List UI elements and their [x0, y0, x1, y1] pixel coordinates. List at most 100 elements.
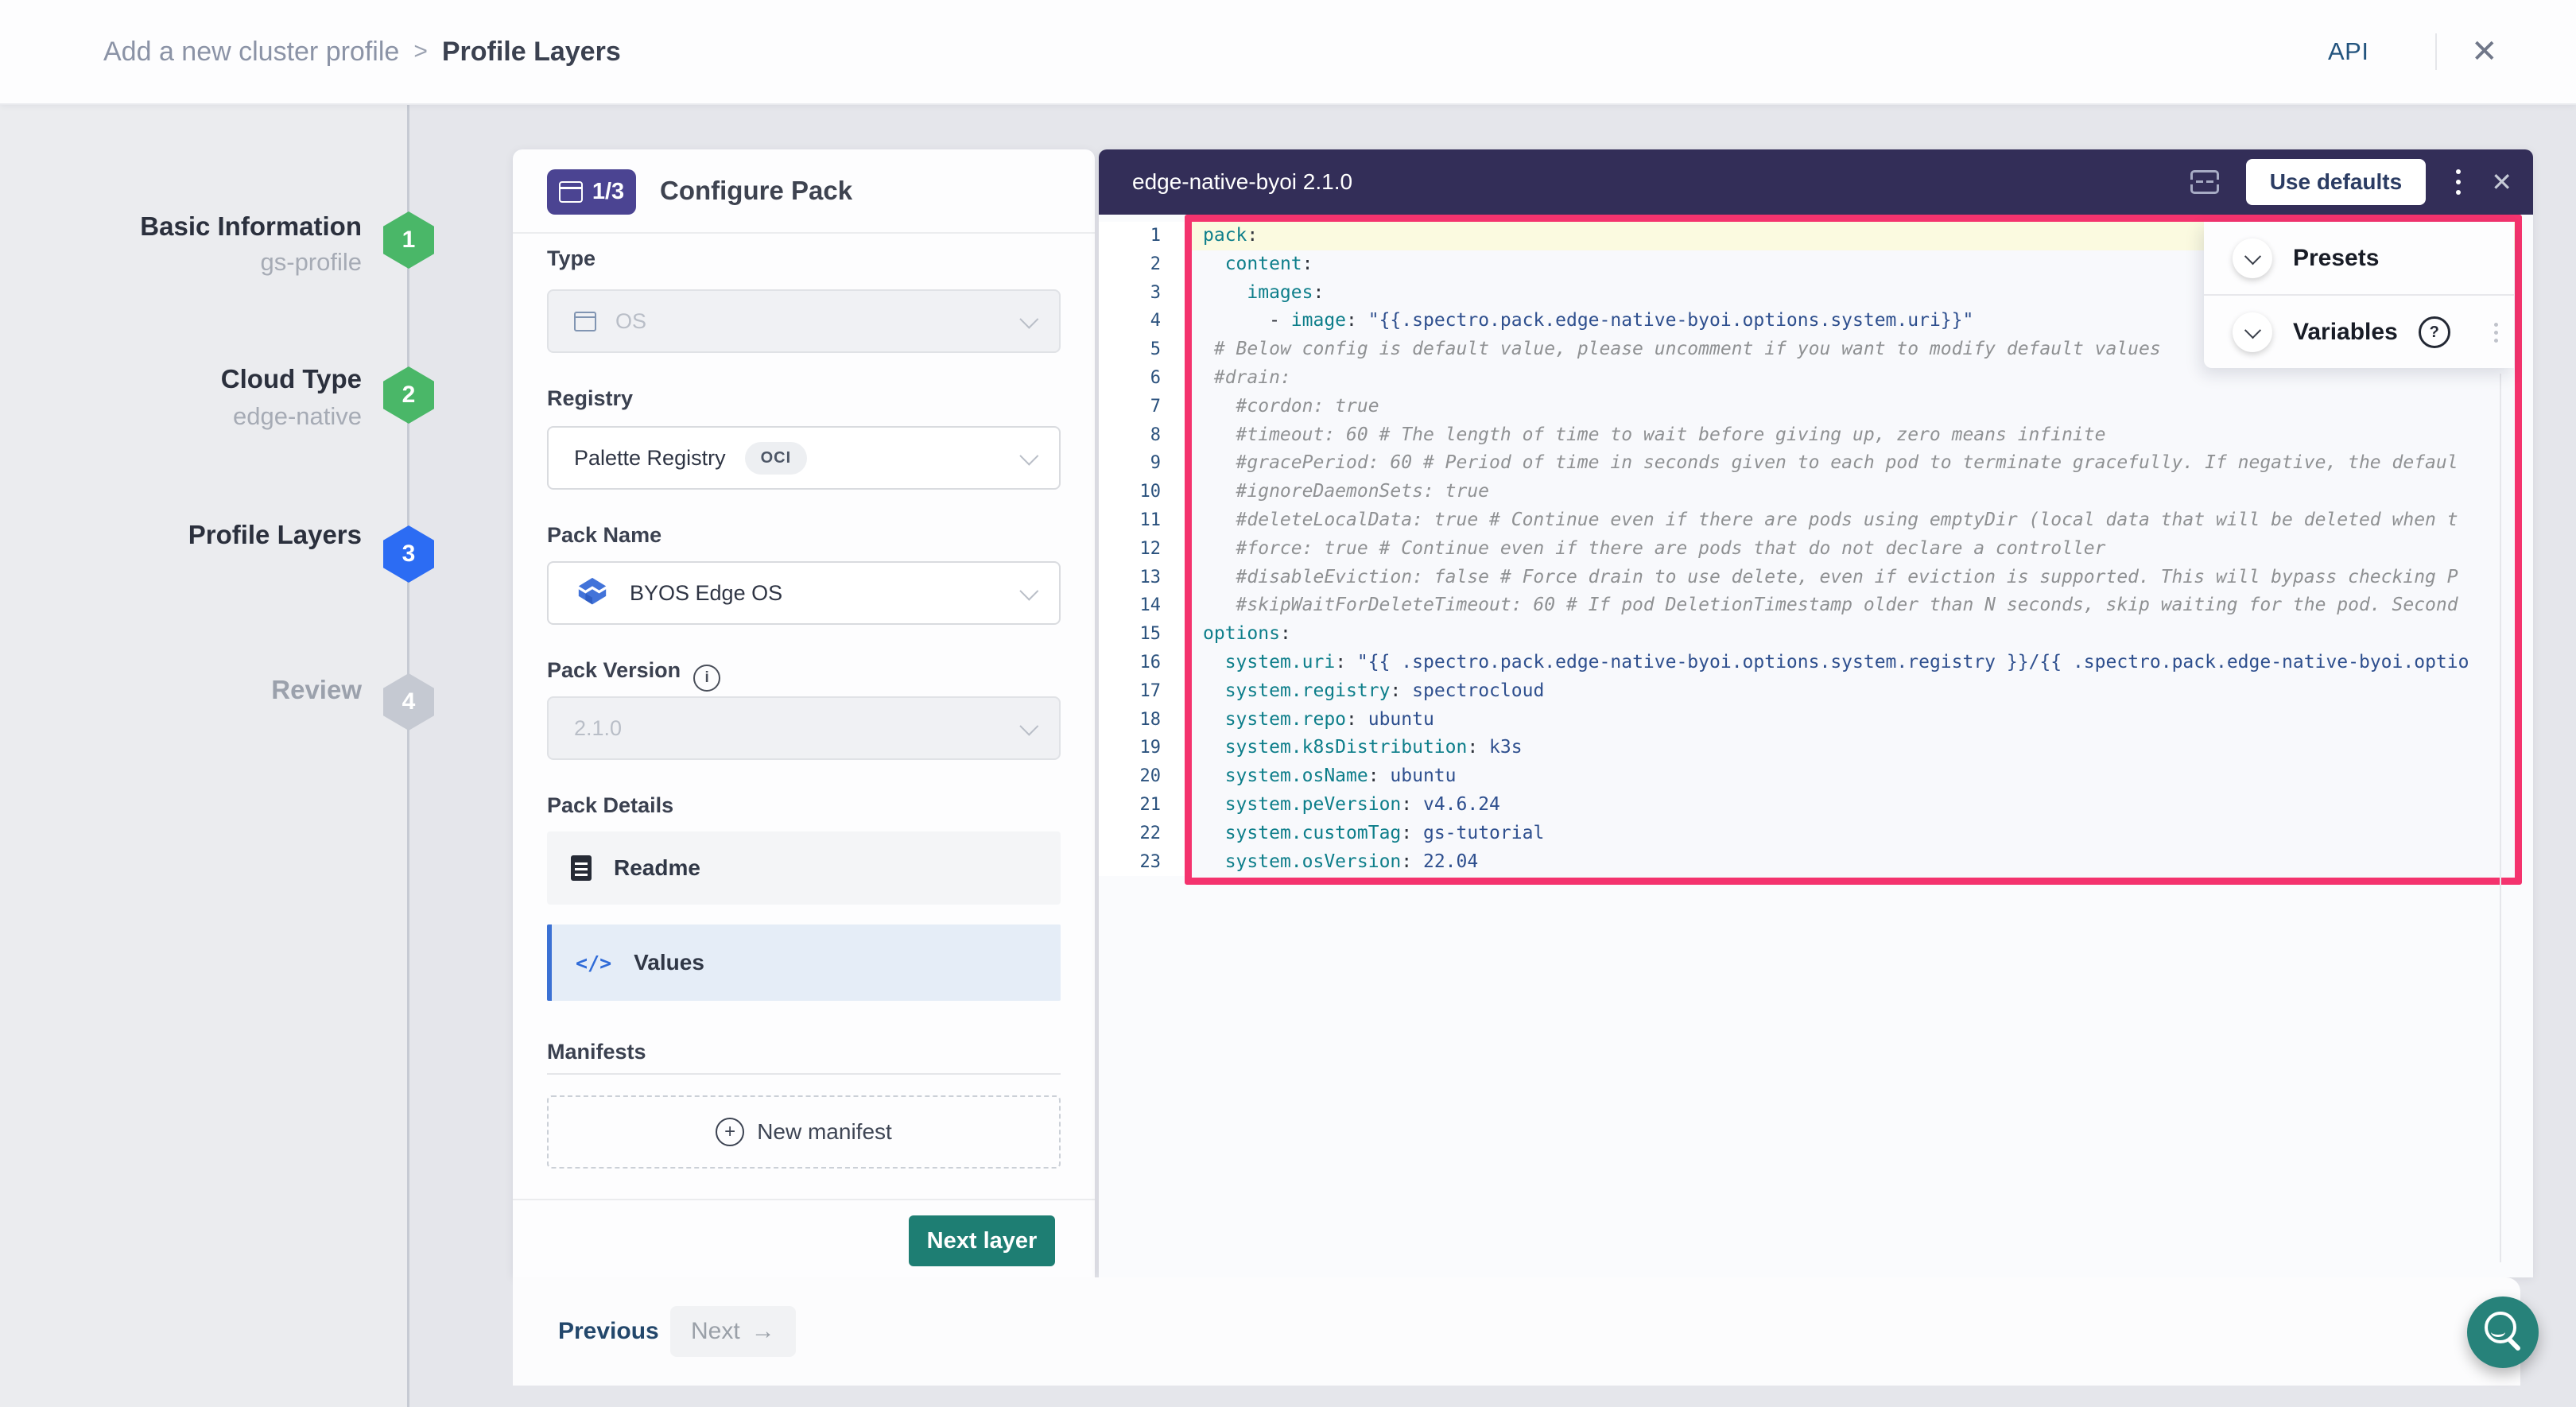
type-label: Type: [547, 246, 596, 271]
line-number: 15: [1099, 620, 1185, 649]
pack-name-value: BYOS Edge OS: [630, 581, 782, 606]
configure-pack-header: 1/3 Configure Pack: [513, 149, 1095, 234]
document-icon: [571, 855, 592, 881]
line-number: 19: [1099, 734, 1185, 762]
values-tab-label: Values: [634, 950, 704, 975]
code-line-19[interactable]: system.k8sDistribution: k3s: [1192, 734, 2515, 762]
editor-header: edge-native-byoi 2.1.0 Use defaults ✕: [1099, 149, 2533, 215]
breadcrumb: Add a new cluster profile > Profile Laye…: [103, 0, 621, 103]
line-number: 9: [1099, 449, 1185, 478]
plus-icon: +: [716, 1118, 744, 1146]
pack-details-label: Pack Details: [547, 793, 673, 818]
stepper-sidebar: [0, 103, 408, 1407]
code-line-8[interactable]: #timeout: 60 # The length of time to wai…: [1192, 421, 2515, 450]
presets-collapse-chevron-icon[interactable]: [2233, 238, 2272, 278]
previous-button[interactable]: Previous: [558, 1277, 659, 1386]
search-help-fab[interactable]: [2467, 1297, 2539, 1368]
step-number-3: 3: [402, 541, 416, 568]
pack-step-counter-badge: 1/3: [547, 169, 636, 215]
stepper-connector-line: [407, 103, 409, 1407]
pack-name-select[interactable]: BYOS Edge OS: [547, 561, 1061, 625]
variables-menu-kebab-icon[interactable]: [2491, 320, 2501, 346]
code-line-13[interactable]: #disableEviction: false # Force drain to…: [1192, 564, 2515, 592]
add-cluster-profile-page: Add a new cluster profile > Profile Laye…: [0, 0, 2576, 1407]
oci-badge: OCI: [745, 442, 808, 475]
code-line-15[interactable]: options:: [1192, 620, 2515, 649]
code-line-22[interactable]: system.customTag: gs-tutorial: [1192, 820, 2515, 848]
chevron-down-icon: [1019, 309, 1038, 328]
breadcrumb-parent-link[interactable]: Add a new cluster profile: [103, 37, 399, 68]
code-icon: </>: [576, 952, 611, 975]
code-line-23[interactable]: system.osVersion: 22.04: [1192, 848, 2515, 877]
pack-version-label-text: Pack Version: [547, 658, 681, 682]
type-value: OS: [615, 309, 646, 334]
breadcrumb-separator-icon: >: [413, 38, 428, 65]
magnifier-handle-icon: [2507, 1337, 2521, 1351]
chevron-down-icon: [1019, 446, 1038, 465]
step-number-2: 2: [402, 382, 416, 409]
registry-label: Registry: [547, 386, 633, 411]
registry-select[interactable]: Palette Registry OCI: [547, 426, 1061, 490]
next-button[interactable]: Next →: [670, 1306, 796, 1357]
code-line-12[interactable]: #force: true # Continue even if there ar…: [1192, 535, 2515, 564]
form-footer-divider: [513, 1199, 1095, 1200]
code-line-10[interactable]: #ignoreDaemonSets: true: [1192, 478, 2515, 506]
editor-menu-kebab-icon[interactable]: [2453, 166, 2464, 198]
line-number: 6: [1099, 364, 1185, 393]
new-manifest-label: New manifest: [757, 1119, 892, 1145]
close-icon[interactable]: ✕: [2471, 0, 2498, 103]
presets-section[interactable]: Presets: [2204, 222, 2514, 295]
variables-section[interactable]: Variables ?: [2204, 296, 2514, 369]
step-number-4: 4: [402, 688, 416, 715]
use-defaults-button[interactable]: Use defaults: [2246, 159, 2427, 205]
tab-values[interactable]: </> Values: [547, 924, 1061, 1001]
api-link[interactable]: API: [2328, 0, 2368, 103]
stepper-subtitle-cloud-type: edge-native: [48, 402, 362, 431]
presets-label: Presets: [2293, 245, 2379, 272]
wizard-footer-bar: Previous Next →: [513, 1277, 2520, 1386]
code-line-14[interactable]: #skipWaitForDeleteTimeout: 60 # If pod D…: [1192, 591, 2515, 620]
editor-close-icon[interactable]: ✕: [2491, 167, 2512, 197]
tab-readme[interactable]: Readme: [547, 831, 1061, 905]
page-title: Profile Layers: [442, 37, 621, 68]
header-divider: [2435, 33, 2437, 70]
line-number: 1: [1099, 222, 1185, 250]
line-number: 23: [1099, 848, 1185, 877]
spectro-cloud-pack-logo-icon: [574, 576, 611, 610]
variables-collapse-chevron-icon[interactable]: [2233, 312, 2272, 352]
stepper-item-profile-layers[interactable]: Profile Layers: [48, 520, 362, 550]
line-number: 8: [1099, 421, 1185, 450]
line-number: 18: [1099, 706, 1185, 735]
diff-view-icon[interactable]: [2190, 169, 2219, 196]
code-line-11[interactable]: #deleteLocalData: true # Continue even i…: [1192, 506, 2515, 535]
new-manifest-button[interactable]: + New manifest: [547, 1095, 1061, 1169]
arrow-right-icon: →: [751, 1318, 775, 1345]
line-number: 21: [1099, 791, 1185, 820]
code-line-16[interactable]: system.uri: "{{ .spectro.pack.edge-nativ…: [1192, 649, 2515, 677]
code-line-20[interactable]: system.osName: ubuntu: [1192, 762, 2515, 791]
line-number: 16: [1099, 649, 1185, 677]
code-line-7[interactable]: #cordon: true: [1192, 393, 2515, 421]
next-layer-button[interactable]: Next layer: [909, 1215, 1055, 1266]
stepper-item-cloud-type[interactable]: Cloud Type: [48, 364, 362, 394]
editor-actions: Use defaults ✕: [2190, 149, 2512, 215]
stepper-item-review[interactable]: Review: [48, 675, 362, 705]
line-number-gutter: 1234567891011121314151617181920212223: [1099, 222, 1185, 876]
pack-step-counter: 1/3: [592, 179, 624, 205]
code-line-21[interactable]: system.peVersion: v4.6.24: [1192, 791, 2515, 820]
stepper-item-basic-information[interactable]: Basic Information: [48, 211, 362, 242]
top-header-bar: Add a new cluster profile > Profile Laye…: [0, 0, 2576, 105]
code-line-18[interactable]: system.repo: ubuntu: [1192, 706, 2515, 735]
os-layer-icon: [574, 312, 596, 331]
code-line-17[interactable]: system.registry: spectrocloud: [1192, 677, 2515, 706]
line-number: 10: [1099, 478, 1185, 506]
editor-scrollbar[interactable]: [2500, 374, 2501, 1262]
code-line-9[interactable]: #gracePeriod: 60 # Period of time in sec…: [1192, 449, 2515, 478]
line-number: 5: [1099, 335, 1185, 364]
configure-pack-panel: 1/3 Configure Pack Type OS Registry Pale…: [513, 149, 1095, 1277]
info-icon[interactable]: i: [693, 665, 720, 692]
help-icon[interactable]: ?: [2419, 316, 2450, 348]
manifests-divider: [547, 1073, 1061, 1075]
variables-label: Variables: [2293, 319, 2398, 346]
chevron-down-icon: [1019, 581, 1038, 600]
